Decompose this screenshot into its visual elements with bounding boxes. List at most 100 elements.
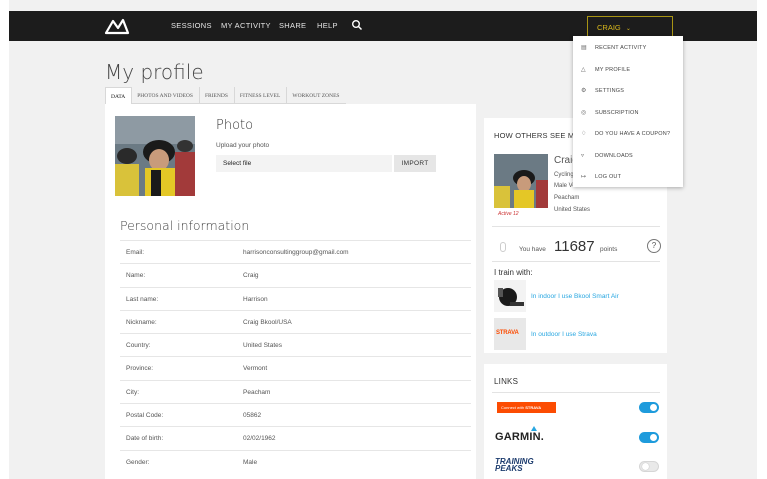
import-button[interactable]: IMPORT xyxy=(394,155,436,172)
upload-photo-label: Upload your photo xyxy=(216,142,270,149)
points-unit: points xyxy=(600,246,618,253)
personal-information-title: Personal information xyxy=(120,218,250,233)
app-frame: SESSIONS MY ACTIVITY SHARE HELP CRAIG ⌄ … xyxy=(9,0,757,479)
divider xyxy=(492,226,660,227)
menu-item-coupon[interactable]: ♢ DO YOU HAVE A COUPON? xyxy=(581,130,670,137)
menu-label: RECENT ACTIVITY xyxy=(595,45,647,51)
info-row-country: Country: United States xyxy=(120,333,471,356)
menu-item-settings[interactable]: ⚙ SETTINGS xyxy=(581,87,624,94)
nav-my-activity[interactable]: MY ACTIVITY xyxy=(221,21,271,30)
divider xyxy=(492,261,660,262)
user-dropdown-menu: ▤ RECENT ACTIVITY △ MY PROFILE ⚙ SETTINGS ◎… xyxy=(573,36,683,187)
info-value: harrisonconsultinggroup@gmail.com xyxy=(243,249,349,256)
info-value: 05862 xyxy=(243,412,262,420)
links-card: LINKS Connect with STRAVA GARMIN. TRAINI… xyxy=(484,364,667,479)
trainingpeaks-line-2: PEAKS xyxy=(495,464,523,473)
info-label: Postal Code: xyxy=(126,412,164,420)
info-label: Gender: xyxy=(126,458,150,466)
garmin-logo: GARMIN. xyxy=(495,431,545,443)
info-value: Craig Bkool/USA xyxy=(243,318,292,326)
preview-avatar xyxy=(494,154,548,208)
menu-item-my-profile[interactable]: △ MY PROFILE xyxy=(581,66,630,73)
toggle-knob xyxy=(650,434,657,441)
user-icon: △ xyxy=(581,67,586,73)
info-row-city: City: Peacham xyxy=(120,379,471,403)
profile-data-card: Photo Upload your photo Select file IMPO… xyxy=(105,104,476,479)
menu-label: SETTINGS xyxy=(595,88,625,94)
menu-label: LOG OUT xyxy=(595,174,622,180)
indoor-trainer-link[interactable]: In indoor I use Bkool Smart Air xyxy=(531,293,619,300)
active-badge: Active 12 xyxy=(498,211,519,217)
info-row-last-name: Last name: Harrison xyxy=(120,286,471,310)
info-label: Date of birth: xyxy=(126,435,164,443)
trainer-icon xyxy=(494,280,526,312)
info-label: Province: xyxy=(126,365,154,373)
info-row-date-of-birth: Date of birth: 02/02/1962 xyxy=(120,426,471,449)
photo-title: Photo xyxy=(216,118,254,133)
info-row-province: Province: Vermont xyxy=(120,356,471,379)
nav-sessions[interactable]: SESSIONS xyxy=(171,21,212,30)
preview-sport: Cycling xyxy=(554,172,574,178)
gear-icon: ⚙ xyxy=(581,88,587,94)
train-with-title: I train with: xyxy=(494,268,533,277)
menu-item-subscription[interactable]: ◎ SUBSCRIPTION xyxy=(581,109,639,116)
info-value: Male xyxy=(243,458,258,466)
points-value: 11687 xyxy=(554,238,595,255)
info-value: 02/02/1962 xyxy=(243,435,276,443)
garmin-toggle[interactable] xyxy=(639,432,659,443)
menu-item-downloads[interactable]: ▿ DOWNLOADS xyxy=(581,152,633,159)
preview-detail: United States xyxy=(554,207,591,213)
connect-with-label: Connect with xyxy=(501,405,525,410)
menu-label: MY PROFILE xyxy=(595,67,631,73)
strava-toggle[interactable] xyxy=(639,402,659,413)
outdoor-strava-link[interactable]: In outdoor I use Strava xyxy=(531,331,597,338)
info-row-gender: Gender: Male xyxy=(120,449,471,473)
info-label: Country: xyxy=(126,342,151,350)
info-label: Name: xyxy=(126,272,146,280)
preview-detail: Peacham xyxy=(554,195,580,201)
profile-photo xyxy=(115,116,195,196)
select-file-field[interactable]: Select file xyxy=(216,155,392,172)
tab-photos-and-videos[interactable]: PHOTOS AND VIDEOS xyxy=(132,87,200,104)
info-value: Harrison xyxy=(243,295,268,303)
trophy-icon xyxy=(500,242,506,252)
user-name-label: CRAIG xyxy=(597,23,621,32)
tag-icon: ♢ xyxy=(581,131,587,137)
personal-info-table: Email: harrisonconsultinggroup@gmail.com … xyxy=(120,240,471,473)
connect-strava-button[interactable]: Connect with STRAVA xyxy=(497,402,556,413)
info-row-nickname: Nickname: Craig Bkool/USA xyxy=(120,309,471,333)
info-value: United States xyxy=(243,342,283,350)
info-row-email: Email: harrisonconsultinggroup@gmail.com xyxy=(120,240,471,263)
info-row-postal-code: Postal Code: 05862 xyxy=(120,403,471,426)
tab-workout-zones[interactable]: WORKOUT ZONES xyxy=(287,87,345,104)
toggle-knob xyxy=(642,463,649,470)
menu-label: DO YOU HAVE A COUPON? xyxy=(595,131,671,137)
user-menu-button[interactable]: CRAIG ⌄ xyxy=(587,16,673,37)
info-label: Last name: xyxy=(126,295,159,303)
strava-brand: STRAVA xyxy=(525,405,542,410)
help-icon[interactable]: ? xyxy=(647,239,661,253)
menu-item-log-out[interactable]: ↦ LOG OUT xyxy=(581,173,621,180)
tab-fitness-level[interactable]: FITNESS LEVEL xyxy=(235,87,288,104)
logout-icon: ↦ xyxy=(581,174,587,180)
links-title: LINKS xyxy=(494,377,519,386)
points-prefix: You have xyxy=(519,246,546,253)
chevron-down-icon: ⌄ xyxy=(625,26,631,32)
trainingpeaks-toggle[interactable] xyxy=(639,461,659,472)
nav-help[interactable]: HELP xyxy=(317,21,338,30)
menu-label: DOWNLOADS xyxy=(595,153,633,159)
menu-item-recent-activity[interactable]: ▤ RECENT ACTIVITY xyxy=(581,44,647,51)
tab-data[interactable]: DATA xyxy=(105,87,133,104)
trainingpeaks-logo: TRAINING PEAKS xyxy=(495,458,534,473)
download-icon: ▿ xyxy=(581,153,585,159)
info-label: Email: xyxy=(126,249,145,256)
menu-label: SUBSCRIPTION xyxy=(595,110,639,116)
info-value: Vermont xyxy=(243,365,268,373)
search-icon[interactable] xyxy=(351,19,363,31)
page-title: My profile xyxy=(105,60,204,84)
bkool-logo[interactable] xyxy=(104,16,130,36)
profile-tabs: DATA PHOTOS AND VIDEOS FRIENDS FITNESS L… xyxy=(105,87,346,104)
tab-friends[interactable]: FRIENDS xyxy=(200,87,235,104)
toggle-knob xyxy=(650,404,657,411)
nav-share[interactable]: SHARE xyxy=(279,21,306,30)
